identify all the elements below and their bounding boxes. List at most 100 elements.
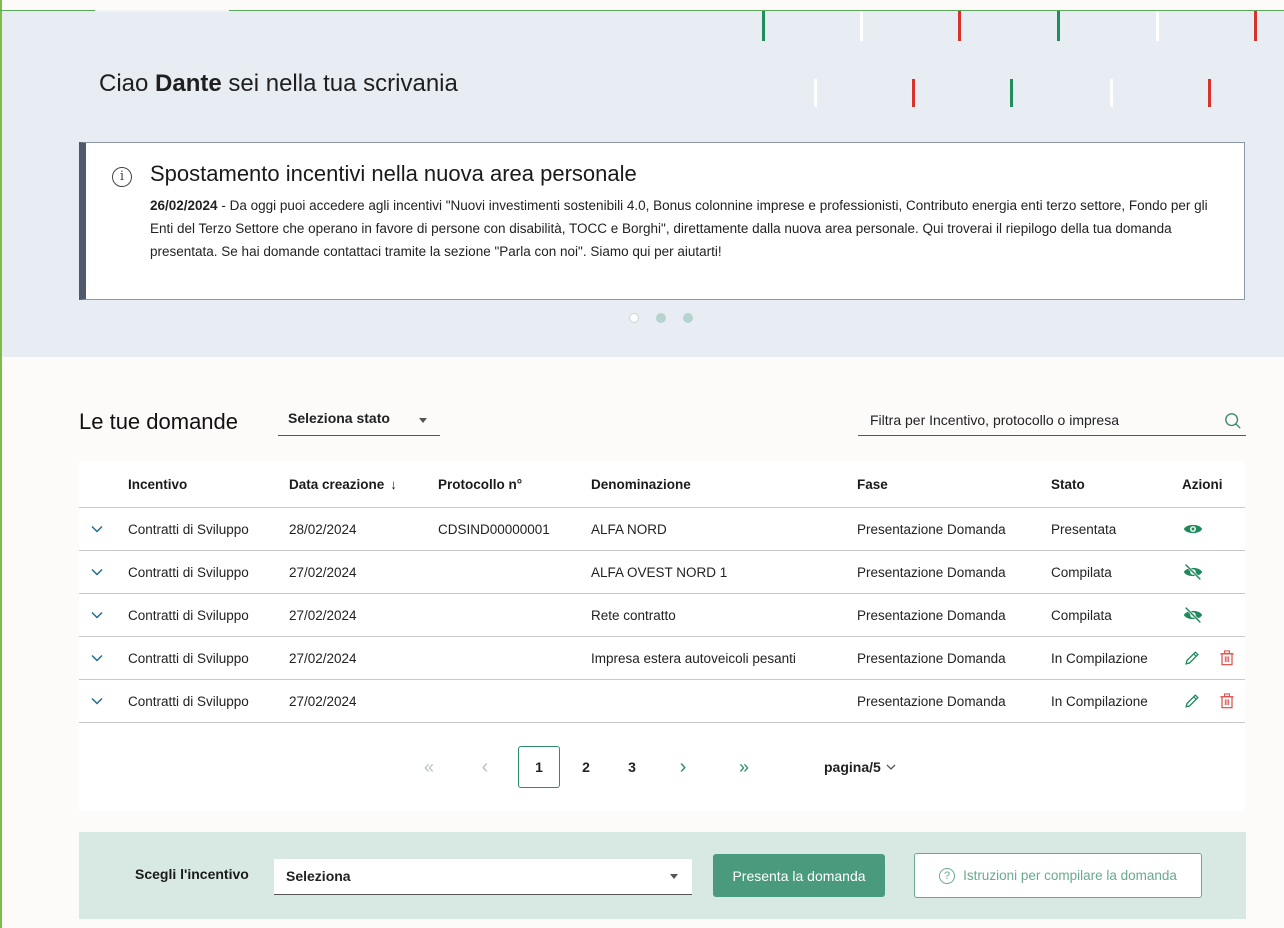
cell-incentivo: Contratti di Sviluppo (128, 521, 249, 537)
header-stato: Stato (1051, 476, 1085, 492)
cell-azioni (1182, 637, 1252, 679)
sort-down-icon: ↓ (390, 476, 398, 492)
incentive-select[interactable]: Seleziona (274, 859, 692, 895)
chevron-down-icon (91, 654, 103, 662)
header-protocollo: Protocollo n° (438, 476, 523, 492)
header-denominazione: Denominazione (591, 476, 691, 492)
page-1-button[interactable]: 1 (518, 746, 560, 788)
notice-card: i Spostamento incentivi nella nuova area… (79, 142, 1245, 300)
carousel-dot-2[interactable] (656, 313, 666, 323)
page-2-button[interactable]: 2 (573, 746, 599, 788)
decor-stroke (814, 79, 817, 107)
status-select[interactable]: Seleziona stato (278, 404, 440, 436)
notice-title: Spostamento incentivi nella nuova area p… (150, 161, 637, 186)
caret-down-icon (670, 874, 678, 879)
edit-icon[interactable] (1182, 647, 1204, 669)
incentive-select-value: Seleziona (286, 868, 351, 884)
view-off-icon[interactable] (1182, 604, 1204, 626)
cell-data-creazione: 27/02/2024 (289, 693, 357, 709)
cell-stato: In Compilazione (1051, 650, 1148, 666)
cell-denominazione: Impresa estera autoveicoli pesanti (591, 650, 796, 666)
notice-date: 26/02/2024 (150, 198, 218, 213)
submit-application-button[interactable]: Presenta la domanda (713, 854, 885, 897)
cell-incentivo: Contratti di Sviluppo (128, 693, 249, 709)
cell-denominazione: ALFA NORD (591, 521, 667, 537)
decor-stroke (1156, 11, 1159, 41)
first-page-button[interactable]: « (414, 746, 444, 788)
applications-table: Incentivo Data creazione ↓ Protocollo n° … (79, 461, 1245, 723)
header-data-creazione[interactable]: Data creazione ↓ (289, 461, 397, 507)
info-icon: i (112, 167, 132, 187)
cell-denominazione: ALFA OVEST NORD 1 (591, 564, 728, 580)
cell-data-creazione: 27/02/2024 (289, 564, 357, 580)
table-row: Contratti di Sviluppo 27/02/2024 Impresa e… (79, 637, 1245, 680)
filter-input[interactable] (868, 408, 1202, 432)
cell-data-creazione: 27/02/2024 (289, 607, 357, 623)
user-name: Dante (155, 70, 222, 97)
cell-stato: Compilata (1051, 564, 1112, 580)
carousel-dot-3[interactable] (683, 313, 693, 323)
edit-icon[interactable] (1182, 690, 1204, 712)
instructions-button[interactable]: ? Istruzioni per compilare la domanda (914, 853, 1202, 898)
chevron-down-icon (91, 611, 103, 619)
cell-azioni (1182, 594, 1217, 636)
notice-text: - Da oggi puoi accedere agli incentivi "… (150, 198, 1208, 259)
table-row: Contratti di Sviluppo 27/02/2024 Rete cont… (79, 594, 1245, 637)
prev-page-button[interactable]: ‹ (475, 746, 495, 788)
decor-stroke (1110, 79, 1113, 107)
cell-data-creazione: 28/02/2024 (289, 521, 357, 537)
cell-stato: In Compilazione (1051, 693, 1148, 709)
cell-fase: Presentazione Domanda (857, 607, 1006, 623)
expand-row-button[interactable] (89, 637, 105, 679)
caret-down-icon (419, 418, 427, 423)
decor-stroke (762, 11, 765, 41)
header-fase: Fase (857, 476, 888, 492)
cell-stato: Compilata (1051, 607, 1112, 623)
table-row: Contratti di Sviluppo 27/02/2024 Presentaz… (79, 680, 1245, 723)
cell-azioni (1182, 680, 1252, 722)
cell-incentivo: Contratti di Sviluppo (128, 650, 249, 666)
decor-stroke (1254, 11, 1257, 41)
next-page-button[interactable]: › (673, 746, 693, 788)
filter-search (858, 404, 1246, 436)
expand-row-button[interactable] (89, 680, 105, 722)
carousel-dot-1[interactable] (629, 313, 639, 323)
header-azioni: Azioni (1182, 476, 1223, 492)
table-row: Contratti di Sviluppo 27/02/2024 ALFA OVES… (79, 551, 1245, 594)
page-of-label: pagina/5 (824, 759, 881, 775)
view-icon[interactable] (1182, 518, 1204, 540)
cell-fase: Presentazione Domanda (857, 693, 1006, 709)
chevron-down-icon (886, 764, 896, 770)
last-page-button[interactable]: » (729, 746, 759, 788)
decor-stroke (860, 11, 863, 41)
table-header: Incentivo Data creazione ↓ Protocollo n° … (79, 461, 1245, 508)
greeting-suffix: sei nella tua scrivania (228, 70, 458, 97)
expand-row-button[interactable] (89, 508, 105, 550)
status-select-value: Seleziona stato (288, 410, 390, 426)
page-size-select[interactable]: pagina/5 (824, 746, 897, 788)
chevron-down-icon (91, 568, 103, 576)
cell-azioni (1182, 551, 1217, 593)
choose-incentive-label: Scegli l'incentivo (135, 866, 249, 882)
trash-icon[interactable] (1217, 690, 1239, 712)
header-incentivo: Incentivo (128, 476, 188, 492)
greeting: Ciao Dante sei nella tua scrivania (99, 70, 458, 98)
cell-incentivo: Contratti di Sviluppo (128, 564, 249, 580)
header-data-label: Data creazione (289, 476, 385, 492)
instructions-label: Istruzioni per compilare la domanda (963, 868, 1177, 883)
cell-incentivo: Contratti di Sviluppo (128, 607, 249, 623)
decor-stroke (912, 79, 915, 107)
cell-fase: Presentazione Domanda (857, 564, 1006, 580)
greeting-prefix: Ciao (99, 70, 149, 97)
decor-stroke (1057, 11, 1060, 41)
help-icon: ? (939, 867, 956, 884)
search-icon[interactable] (1224, 412, 1242, 430)
expand-row-button[interactable] (89, 551, 105, 593)
cell-fase: Presentazione Domanda (857, 521, 1006, 537)
cell-fase: Presentazione Domanda (857, 650, 1006, 666)
view-off-icon[interactable] (1182, 561, 1204, 583)
page-3-button[interactable]: 3 (619, 746, 645, 788)
trash-icon[interactable] (1217, 647, 1239, 669)
expand-row-button[interactable] (89, 594, 105, 636)
section-title: Le tue domande (79, 409, 239, 434)
